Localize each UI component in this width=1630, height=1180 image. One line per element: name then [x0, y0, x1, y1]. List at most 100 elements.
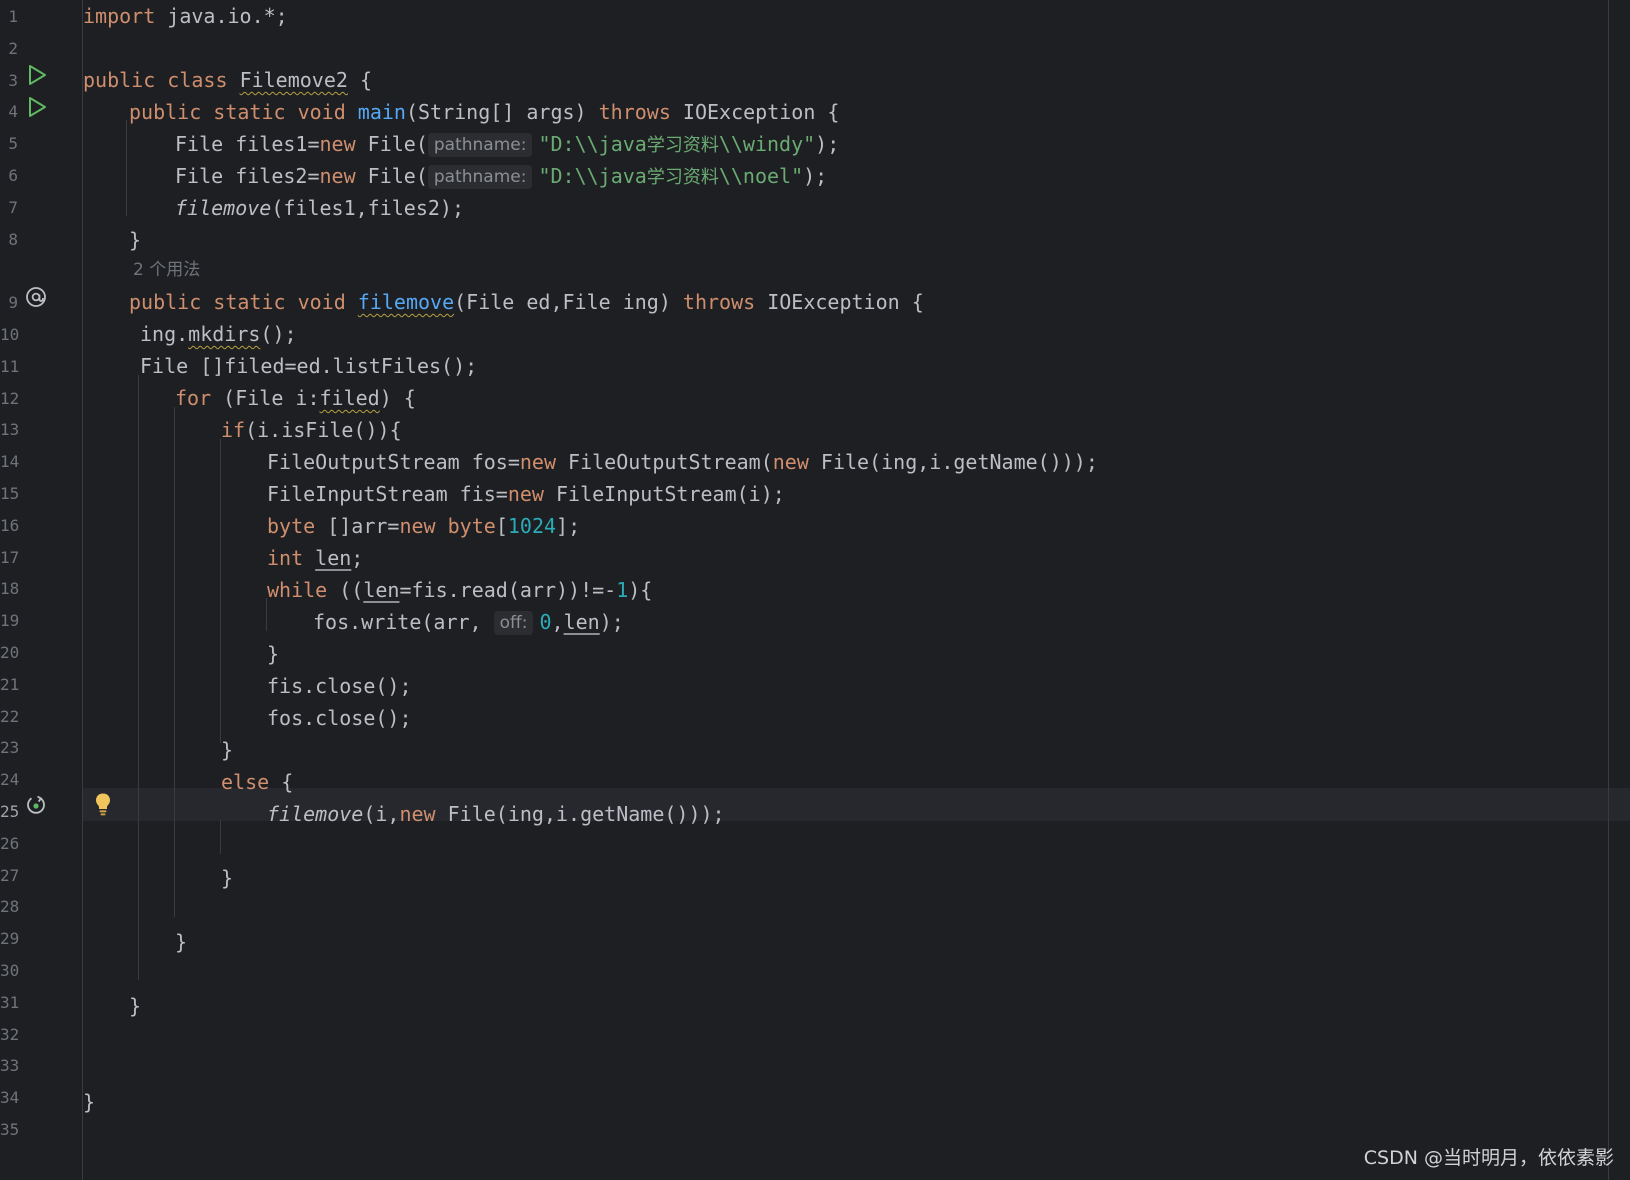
line-number[interactable]: 14: [0, 445, 19, 478]
line-number[interactable]: 31: [0, 986, 19, 1019]
code-text: FileInputStream(i);: [543, 482, 785, 506]
line-number[interactable]: 15: [0, 477, 19, 510]
line-number[interactable]: 12: [0, 382, 19, 415]
code-text: IOException {: [755, 290, 924, 314]
code-text: }: [129, 228, 142, 252]
run-icon[interactable]: [26, 96, 48, 118]
line-number[interactable]: 21: [0, 668, 19, 701]
code-text: ,: [551, 610, 564, 634]
string-literal: 学习资料: [646, 167, 719, 188]
code-area[interactable]: import java.io.*; public class Filemove2…: [83, 0, 1630, 1180]
code-line-11: File []filed=ed.listFiles();: [140, 350, 477, 383]
method-call: filemove: [267, 802, 364, 826]
line-number[interactable]: 27: [0, 859, 19, 892]
usages-inlay-hint[interactable]: 2 个用法: [133, 254, 200, 287]
number-literal: 1024: [507, 514, 557, 538]
line-number[interactable]: 30: [0, 954, 19, 987]
code-editor[interactable]: 1 2 3 4 5 6 7 8 9 10 11 12 13 14 15 16 17 18 19 20 21 22 23 24 2…: [0, 0, 1630, 1180]
code-text: fos.write(arr,: [313, 610, 494, 634]
line-number[interactable]: 3: [0, 64, 18, 97]
method-name: filemove: [357, 290, 455, 314]
keyword: public: [83, 68, 156, 92]
code-text: (String[] args): [405, 100, 599, 124]
line-number[interactable]: 33: [0, 1049, 19, 1082]
code-line-17: int len;: [267, 542, 363, 575]
line-number[interactable]: 11: [0, 350, 19, 383]
line-number[interactable]: 4: [0, 95, 18, 128]
code-line-5: File files1=new File(pathname: "D:\\java学…: [175, 128, 839, 161]
line-number[interactable]: 8: [0, 223, 18, 256]
watermark: CSDN @当时明月，依依素影: [1363, 1147, 1614, 1169]
code-line-12: for (File i:filed) {: [175, 382, 416, 415]
keyword: new: [319, 132, 356, 156]
string-literal: "D:\\java: [538, 132, 647, 156]
line-number[interactable]: 1: [0, 0, 18, 33]
indent-guide: [126, 120, 127, 216]
code-text: ;: [351, 546, 364, 570]
code-text: (File i:: [211, 386, 320, 410]
keyword: new: [772, 450, 809, 474]
number-literal: 0: [539, 610, 552, 634]
run-icon[interactable]: [26, 64, 48, 86]
line-number[interactable]: 19: [0, 604, 19, 637]
method-call: filemove: [175, 196, 272, 220]
editor-gutter[interactable]: 1 2 3 4 5 6 7 8 9 10 11 12 13 14 15 16 17 18 19 20 21 22 23 24 2…: [0, 0, 110, 1180]
at-icon[interactable]: [25, 286, 47, 308]
right-margin-guide: [1608, 0, 1609, 1180]
parameter-hint: pathname:: [427, 133, 533, 157]
line-number[interactable]: 9: [0, 286, 18, 319]
line-number[interactable]: 26: [0, 827, 19, 860]
line-number[interactable]: 7: [0, 191, 18, 224]
code-line-18: while ((len=fis.read(arr))!=-1){: [267, 574, 652, 607]
indent-guide: [174, 407, 175, 917]
code-line-9: public static void filemove(File ed,File…: [129, 286, 924, 319]
line-number[interactable]: 32: [0, 1018, 19, 1051]
keyword: while: [267, 578, 328, 602]
code-text: File files1=: [175, 132, 320, 156]
code-text: ((: [327, 578, 364, 602]
line-number[interactable]: 17: [0, 541, 19, 574]
line-number[interactable]: 5: [0, 127, 18, 160]
code-line-6: File files2=new File(pathname: "D:\\java学…: [175, 160, 827, 193]
code-text: (files1,files2);: [271, 196, 464, 220]
keyword: new: [399, 802, 436, 826]
code-text: );: [599, 610, 624, 634]
variable: len: [315, 546, 352, 570]
code-text: ){: [628, 578, 653, 602]
line-number[interactable]: 2: [0, 32, 18, 65]
line-number[interactable]: 18: [0, 572, 19, 605]
string-literal: "D:\\java: [538, 164, 647, 188]
variable: filed: [319, 386, 380, 410]
line-number[interactable]: 20: [0, 636, 19, 669]
method-call: mkdirs: [188, 322, 261, 346]
indent-guide: [220, 439, 221, 743]
string-literal: \\noel": [718, 164, 804, 188]
line-number[interactable]: 28: [0, 890, 19, 923]
line-number[interactable]: 13: [0, 413, 19, 446]
code-text: FileInputStream fis=: [267, 482, 508, 506]
code-line-20: }: [267, 638, 279, 671]
line-number[interactable]: 29: [0, 922, 19, 955]
line-number[interactable]: 34: [0, 1081, 19, 1114]
code-text: [: [495, 514, 508, 538]
keyword: public static void: [129, 100, 346, 124]
line-number[interactable]: 6: [0, 159, 18, 192]
indent-guide: [138, 375, 139, 980]
line-number[interactable]: 10: [0, 318, 19, 351]
line-number[interactable]: 22: [0, 700, 19, 733]
code-text: (i.isFile()){: [245, 418, 402, 442]
code-line-1: import java.io.*;: [83, 0, 288, 33]
code-text: }: [83, 1090, 96, 1114]
line-number[interactable]: 25: [0, 795, 19, 828]
line-number[interactable]: 16: [0, 509, 19, 542]
recursive-call-icon[interactable]: [25, 794, 47, 816]
parameter-hint: pathname:: [427, 165, 533, 189]
line-number[interactable]: 35: [0, 1113, 19, 1146]
line-number[interactable]: 24: [0, 763, 19, 796]
line-number[interactable]: 23: [0, 731, 19, 764]
keyword: byte: [447, 514, 496, 538]
keyword: throws: [682, 290, 756, 314]
parameter-hint: off:: [493, 611, 534, 635]
class-name: Filemove2: [239, 68, 348, 92]
